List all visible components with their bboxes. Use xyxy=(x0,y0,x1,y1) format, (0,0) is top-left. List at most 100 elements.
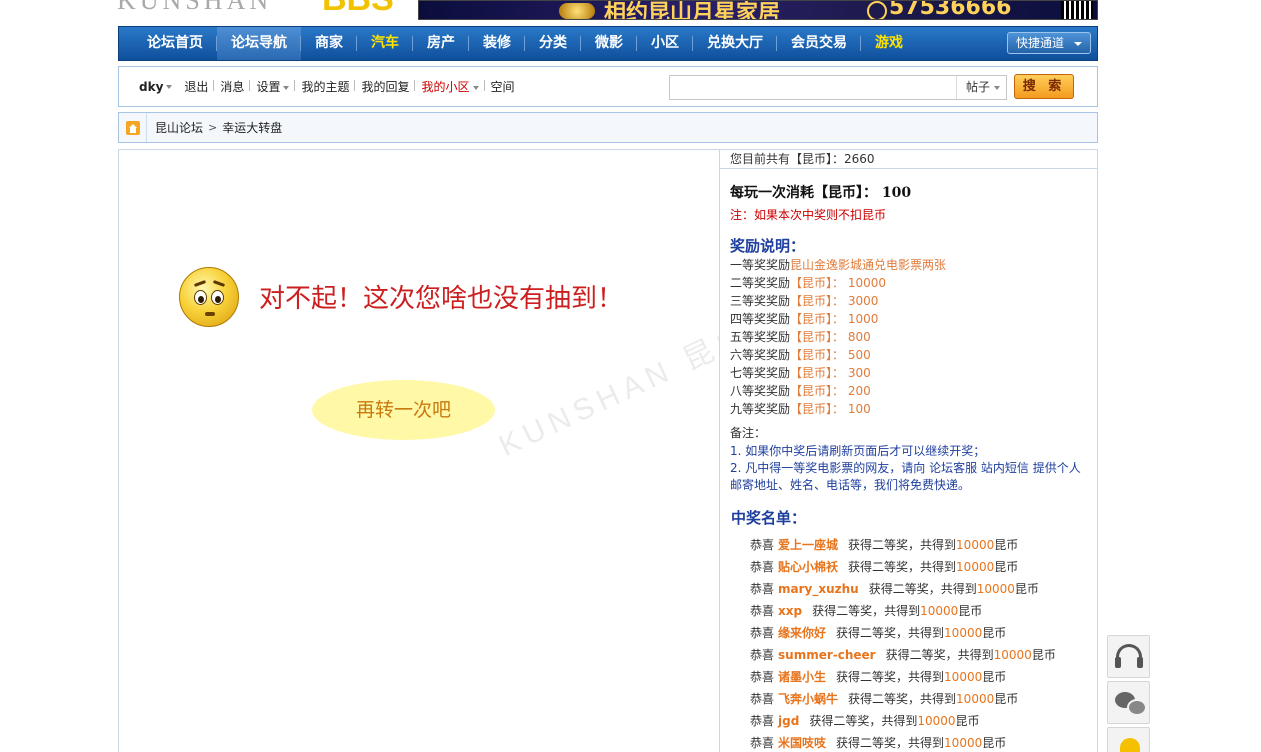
reward-label: 六等奖奖励 xyxy=(730,348,791,362)
nav-micro-film[interactable]: 微影 xyxy=(581,27,637,60)
search-type-label: 帖子 xyxy=(966,80,991,94)
username-menu[interactable]: dky xyxy=(139,80,178,94)
chevron-down-icon xyxy=(472,85,479,90)
sad-face-right-eye xyxy=(211,290,224,305)
search-type-select[interactable]: 帖子 xyxy=(956,76,1006,99)
nav-home[interactable]: 论坛首页 xyxy=(119,27,217,60)
winner-prefix: 恭喜 xyxy=(750,692,775,706)
my-topics-link[interactable]: 我的主题 xyxy=(295,78,356,95)
space-link[interactable]: 空间 xyxy=(485,78,521,95)
nav-merchants[interactable]: 商家 xyxy=(301,27,357,60)
reward-item: 一等奖奖励昆山金逸影城通兑电影票两张 xyxy=(730,256,946,274)
winner-username-link[interactable]: 贴心小棉袄 xyxy=(778,560,838,574)
wechat-icon xyxy=(1115,692,1147,716)
winner-amount: 10000 xyxy=(956,560,995,574)
winner-unit: 昆币 xyxy=(994,560,1019,574)
winners-list: 恭喜 爱上一座城 获得二等奖，共得到10000昆币 恭喜 贴心小棉袄 获得二等奖，共得到… xyxy=(750,534,1056,752)
search-input[interactable]: 帖子 xyxy=(669,75,1007,100)
reward-item: 六等奖奖励【昆币】： 500 xyxy=(730,346,946,364)
winner-item: 恭喜 爱上一座城 获得二等奖，共得到10000昆币 xyxy=(750,534,1056,556)
winner-username-link[interactable]: 缘来你好 xyxy=(778,626,826,640)
winner-amount: 10000 xyxy=(917,714,956,728)
username-label: dky xyxy=(139,79,164,94)
winner-text: 获得二等奖，共得到 xyxy=(848,538,957,552)
nav-games[interactable]: 游戏 xyxy=(861,27,917,60)
coin-balance: 您目前共有【昆币】：2660 xyxy=(720,150,1097,169)
my-community-menu[interactable]: 我的小区 xyxy=(415,78,485,95)
cost-per-play: 每玩一次消耗【昆币】： 100 xyxy=(730,185,912,201)
winner-username-link[interactable]: 飞奔小蜗牛 xyxy=(778,692,838,706)
chevron-down-icon xyxy=(994,85,1001,90)
quick-access-dropdown[interactable]: 快捷通道 xyxy=(1007,32,1091,54)
reward-value: 【昆币】： 300 xyxy=(790,366,871,380)
phone-icon xyxy=(867,1,887,19)
reward-label: 七等奖奖励 xyxy=(730,366,791,380)
nav-classifieds[interactable]: 分类 xyxy=(525,27,581,60)
chevron-down-icon xyxy=(283,85,290,90)
qq-button[interactable] xyxy=(1107,727,1150,752)
winner-username-link[interactable]: xxp xyxy=(778,604,802,618)
sad-face-mouth xyxy=(205,312,215,316)
winner-unit: 昆币 xyxy=(994,692,1019,706)
wechat-button[interactable] xyxy=(1107,681,1150,724)
spin-again-button[interactable]: 再转一次吧 xyxy=(312,380,495,440)
settings-menu[interactable]: 设置 xyxy=(250,78,296,95)
winner-username-link[interactable]: jgd xyxy=(778,714,799,728)
winner-text: 获得二等奖，共得到 xyxy=(885,648,994,662)
reward-label: 五等奖奖励 xyxy=(730,330,791,344)
winner-username-link[interactable]: mary_xuzhu xyxy=(778,582,859,596)
qr-code-icon xyxy=(1061,1,1093,19)
winner-item: 恭喜 诸墨小生 获得二等奖，共得到10000昆币 xyxy=(750,666,1056,688)
customer-service-button[interactable] xyxy=(1107,635,1150,678)
lottery-result-panel: 对不起！这次您啥也没有抽到！ KUNSHAN 昆山论坛 BBS 再转一次吧 xyxy=(119,150,720,752)
breadcrumb: 昆山论坛 > 幸运大转盘 xyxy=(118,112,1098,143)
home-icon xyxy=(125,120,140,135)
winner-unit: 昆币 xyxy=(982,626,1007,640)
nav-decoration[interactable]: 装修 xyxy=(469,27,525,60)
winner-item: 恭喜 mary_xuzhu 获得二等奖，共得到10000昆币 xyxy=(750,578,1056,600)
nav-realestate[interactable]: 房产 xyxy=(413,27,469,60)
reward-value: 【昆币】： 200 xyxy=(790,384,871,398)
winner-username-link[interactable]: 米国吱吱 xyxy=(778,736,826,750)
winner-unit: 昆币 xyxy=(958,604,983,618)
winner-item: 恭喜 飞奔小蜗牛 获得二等奖，共得到10000昆币 xyxy=(750,688,1056,710)
headset-icon xyxy=(1115,644,1143,668)
winner-amount: 10000 xyxy=(920,604,959,618)
sad-face-right-brow xyxy=(212,280,226,287)
reward-value: 【昆币】： 3000 xyxy=(790,294,879,308)
ad-banner-phone: 57536666 xyxy=(889,0,1012,20)
home-link[interactable] xyxy=(119,113,147,142)
main-nav: 论坛首页 论坛导航 商家 汽车 房产 装修 分类 微影 小区 兑换大厅 会员交易… xyxy=(118,26,1098,61)
winner-amount: 10000 xyxy=(976,582,1015,596)
ad-decoration-icon xyxy=(559,3,595,19)
nav-community[interactable]: 小区 xyxy=(637,27,693,60)
chevron-down-icon xyxy=(1074,42,1082,46)
winner-username-link[interactable]: summer-cheer xyxy=(778,648,876,662)
winner-prefix: 恭喜 xyxy=(750,538,775,552)
winner-username-link[interactable]: 诸墨小生 xyxy=(778,670,826,684)
reward-item: 三等奖奖励【昆币】： 3000 xyxy=(730,292,946,310)
messages-link[interactable]: 消息 xyxy=(214,78,251,95)
winner-prefix: 恭喜 xyxy=(750,582,775,596)
my-replies-link[interactable]: 我的回复 xyxy=(355,78,416,95)
reward-item: 五等奖奖励【昆币】： 800 xyxy=(730,328,946,346)
breadcrumb-root-link[interactable]: 昆山论坛 xyxy=(155,119,203,136)
winner-amount: 10000 xyxy=(956,692,995,706)
reward-item: 七等奖奖励【昆币】： 300 xyxy=(730,364,946,382)
nav-exchange-hall[interactable]: 兑换大厅 xyxy=(693,27,777,60)
winner-item: 恭喜 缘来你好 获得二等奖，共得到10000昆币 xyxy=(750,622,1056,644)
winner-amount: 10000 xyxy=(956,538,995,552)
reward-value: 【昆币】： 500 xyxy=(790,348,871,362)
logout-link[interactable]: 退出 xyxy=(178,78,215,95)
winner-username-link[interactable]: 爱上一座城 xyxy=(778,538,838,552)
ad-banner[interactable]: 相约昆山月星家居 57536666 xyxy=(418,0,1098,20)
nav-member-trade[interactable]: 会员交易 xyxy=(777,27,861,60)
winner-text: 获得二等奖，共得到 xyxy=(812,604,921,618)
nav-auto[interactable]: 汽车 xyxy=(357,27,413,60)
reward-label: 八等奖奖励 xyxy=(730,384,791,398)
reward-label: 二等奖奖励 xyxy=(730,276,791,290)
nav-forum-guide[interactable]: 论坛导航 xyxy=(217,27,301,60)
search-button[interactable]: 搜 索 xyxy=(1014,74,1074,99)
winner-amount: 10000 xyxy=(944,626,983,640)
site-logo[interactable]: KUNSHAN BBS xyxy=(117,0,407,16)
